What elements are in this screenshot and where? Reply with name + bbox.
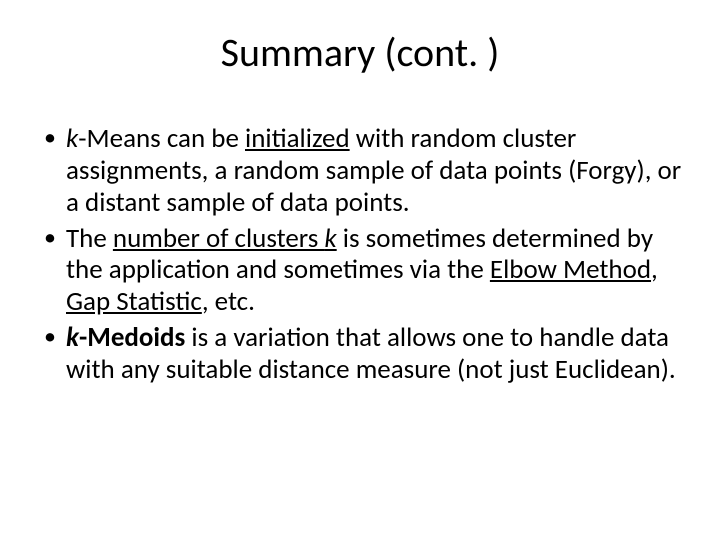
text-underline: Gap Statistic <box>66 285 202 318</box>
bullet-list: k-Means can be initialized with random c… <box>38 123 682 386</box>
text-underline-italic: k <box>324 222 336 255</box>
text-bold: -Medoids <box>79 321 185 354</box>
slide: Summary (cont. ) k-Means can be initiali… <box>0 0 720 540</box>
text: , etc. <box>202 285 255 318</box>
text-underline: initialized <box>245 122 350 155</box>
slide-title: Summary (cont. ) <box>38 28 682 77</box>
list-item: k-Means can be initialized with random c… <box>66 123 682 219</box>
text: , <box>651 253 658 286</box>
list-item: k-Medoids is a variation that allows one… <box>66 322 682 386</box>
list-item: The number of clusters k is sometimes de… <box>66 223 682 319</box>
text: The <box>66 222 113 255</box>
text-italic: k <box>66 122 78 155</box>
text-underline: number of clusters <box>113 222 325 255</box>
text-bold-italic: k <box>66 321 79 354</box>
text-underline: Elbow Method <box>490 253 651 286</box>
text: -Means can be <box>78 122 245 155</box>
